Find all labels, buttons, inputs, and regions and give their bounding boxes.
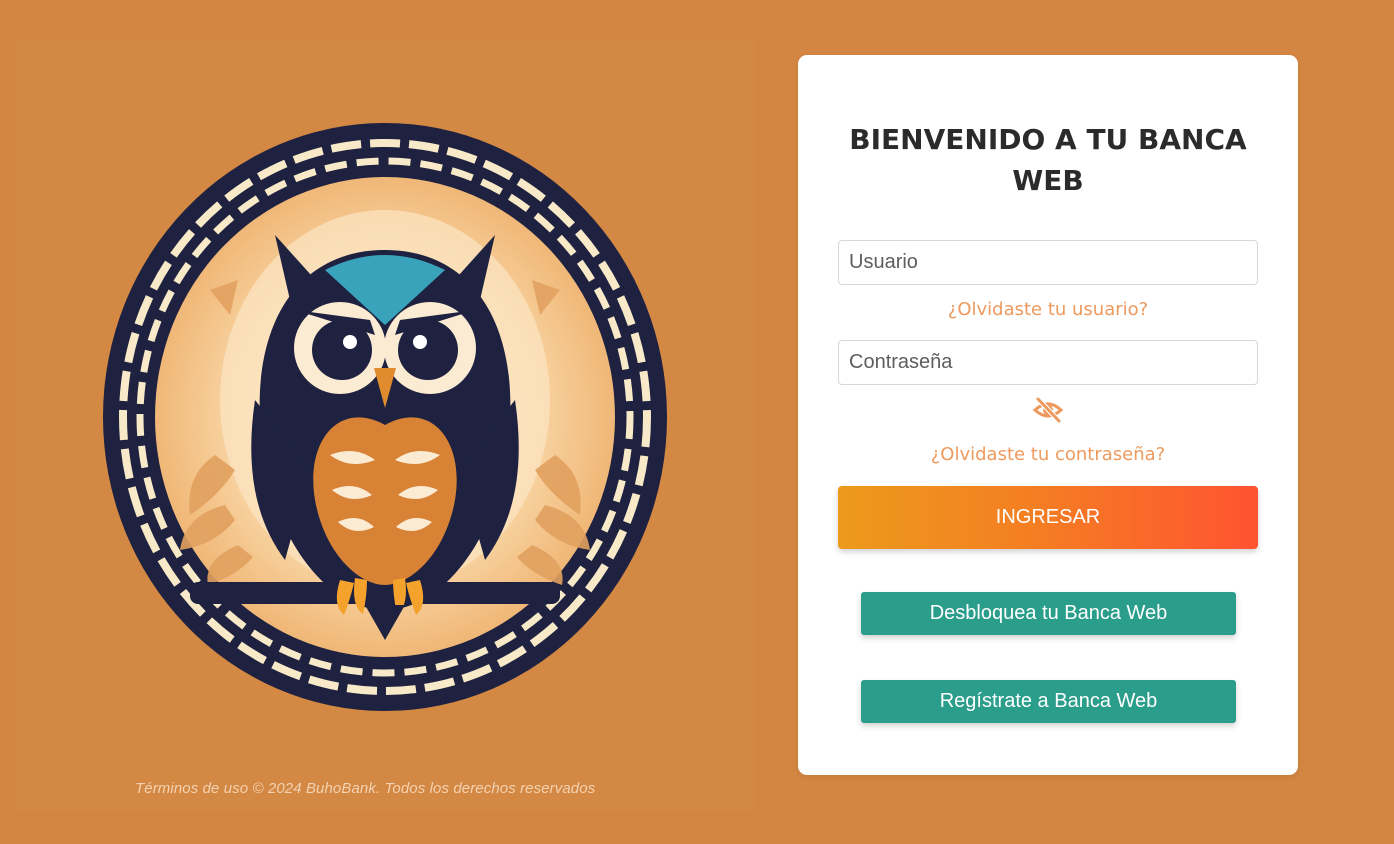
unlock-account-button[interactable]: Desbloquea tu Banca Web: [861, 592, 1236, 635]
forgot-password-link[interactable]: ¿Olvidaste tu contraseña?: [838, 444, 1258, 465]
register-button[interactable]: Regístrate a Banca Web: [861, 680, 1236, 723]
page-title: BIENVENIDO A TU BANCA WEB: [849, 123, 1247, 197]
eye-slash-icon[interactable]: [1032, 396, 1064, 424]
owl-logo: [15, 40, 755, 810]
footer-copyright: Términos de uso © 2024 BuhoBank. Todos l…: [135, 780, 596, 797]
username-input[interactable]: [838, 240, 1258, 285]
password-input[interactable]: [838, 340, 1258, 385]
login-page: Términos de uso © 2024 BuhoBank. Todos l…: [0, 0, 1394, 844]
login-card: BIENVENIDO A TU BANCA WEB ¿Olvidaste tu …: [798, 55, 1298, 775]
login-button[interactable]: INGRESAR: [838, 486, 1258, 549]
hero-panel: Términos de uso © 2024 BuhoBank. Todos l…: [0, 0, 770, 844]
forgot-username-link[interactable]: ¿Olvidaste tu usuario?: [838, 299, 1258, 320]
